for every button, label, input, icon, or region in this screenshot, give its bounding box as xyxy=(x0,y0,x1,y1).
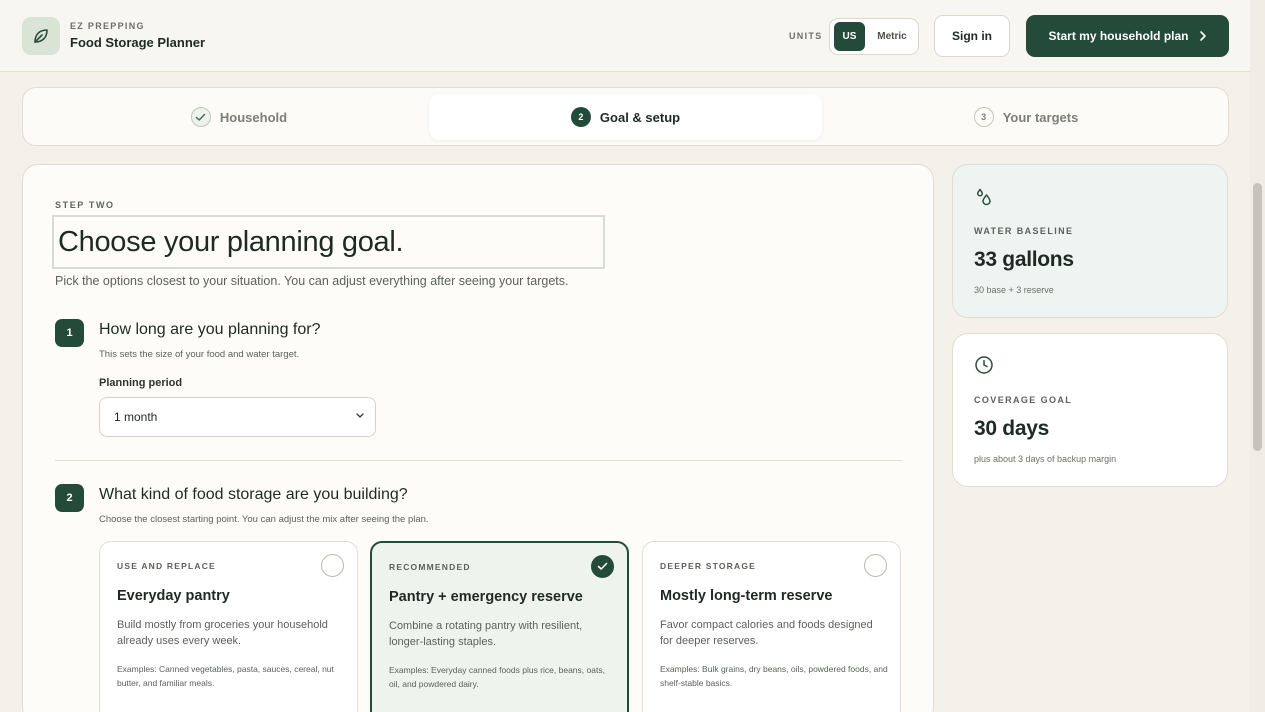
select-value: 1 month xyxy=(114,410,158,424)
option-title: Mostly long-term reserve xyxy=(660,588,833,604)
option-pantry-emergency-reserve[interactable]: RECOMMENDED Pantry + emergency reserve C… xyxy=(370,541,629,712)
progress-stepper: Household 2 Goal & setup 3 Your targets xyxy=(22,87,1229,146)
question-subtitle: Choose the closest starting point. You c… xyxy=(99,514,429,525)
radio-button[interactable] xyxy=(864,554,887,577)
start-plan-label: Start my household plan xyxy=(1048,29,1189,43)
option-examples: Examples: Everyday canned foods plus ric… xyxy=(389,665,605,689)
question-number: 1 xyxy=(55,319,84,347)
option-examples: Examples: Bulk grains, dry beans, oils, … xyxy=(660,664,888,688)
start-plan-button[interactable]: Start my household plan xyxy=(1026,15,1229,57)
step-your-targets[interactable]: 3 Your targets xyxy=(826,94,1226,140)
units-label: UNITS xyxy=(789,31,823,41)
brand-title: Food Storage Planner xyxy=(70,35,206,50)
coverage-kicker: COVERAGE GOAL xyxy=(974,395,1073,405)
question-subtitle: This sets the size of your food and wate… xyxy=(99,349,300,360)
option-kicker: DEEPER STORAGE xyxy=(660,561,756,571)
step-label: Goal & setup xyxy=(599,109,681,125)
units-toggle: US Metric xyxy=(829,18,919,55)
section-divider xyxy=(55,460,902,461)
sign-in-button[interactable]: Sign in xyxy=(934,15,1010,57)
water-drops-icon xyxy=(976,188,991,206)
option-examples: Examples: Canned vegetables, pasta, sauc… xyxy=(117,664,334,688)
coverage-goal-card: COVERAGE GOAL 30 days plus about 3 days … xyxy=(952,333,1228,487)
planning-period-label: Planning period xyxy=(99,377,183,389)
step-label: Household xyxy=(219,109,288,125)
check-icon xyxy=(597,562,608,570)
step-kicker: STEP TWO xyxy=(55,200,115,210)
goal-setup-card: STEP TWO Choose your planning goal. Pick… xyxy=(22,164,934,712)
brand-kicker: EZ PREPPING xyxy=(70,21,145,31)
radio-button[interactable] xyxy=(321,554,344,577)
check-icon xyxy=(190,107,211,127)
step-number: 3 xyxy=(973,107,994,127)
top-header: EZ PREPPING Food Storage Planner UNITS U… xyxy=(0,0,1250,72)
planning-period-select[interactable]: 1 month xyxy=(99,397,376,437)
scrollbar-thumb[interactable] xyxy=(1253,183,1262,451)
step-number: 2 xyxy=(570,107,591,127)
question-title: How long are you planning for? xyxy=(99,321,321,338)
option-title: Everyday pantry xyxy=(117,588,230,604)
radio-button-checked[interactable] xyxy=(591,555,614,578)
page-title: Choose your planning goal. xyxy=(52,215,605,269)
unit-us-button[interactable]: US xyxy=(834,22,865,51)
option-title: Pantry + emergency reserve xyxy=(389,589,583,605)
step-label: Your targets xyxy=(1002,109,1079,125)
step-household[interactable]: Household xyxy=(33,94,445,140)
coverage-note: plus about 3 days of backup margin xyxy=(974,454,1117,464)
option-description: Combine a rotating pantry with resilient… xyxy=(389,620,583,648)
option-kicker: RECOMMENDED xyxy=(389,562,471,572)
option-everyday-pantry[interactable]: USE AND REPLACE Everyday pantry Build mo… xyxy=(99,541,358,712)
page-subtitle: Pick the options closest to your situati… xyxy=(55,274,569,288)
coverage-value: 30 days xyxy=(974,417,1049,440)
unit-metric-button[interactable]: Metric xyxy=(872,22,912,51)
step-goal-setup[interactable]: 2 Goal & setup xyxy=(429,94,822,140)
leaf-icon[interactable] xyxy=(22,17,60,55)
option-kicker: USE AND REPLACE xyxy=(117,561,216,571)
water-note: 30 base + 3 reserve xyxy=(974,285,1054,295)
option-description: Favor compact calories and foods designe… xyxy=(660,619,873,647)
chevron-down-icon xyxy=(356,413,364,418)
clock-icon xyxy=(975,356,993,374)
chevron-right-icon xyxy=(1199,31,1206,41)
water-kicker: WATER BASELINE xyxy=(974,226,1074,236)
water-baseline-card: WATER BASELINE 33 gallons 30 base + 3 re… xyxy=(952,164,1228,318)
option-long-term-reserve[interactable]: DEEPER STORAGE Mostly long-term reserve … xyxy=(642,541,901,712)
option-description: Build mostly from groceries your househo… xyxy=(117,619,328,647)
question-title: What kind of food storage are you buildi… xyxy=(99,486,408,503)
water-value: 33 gallons xyxy=(974,248,1074,271)
question-number: 2 xyxy=(55,484,84,512)
